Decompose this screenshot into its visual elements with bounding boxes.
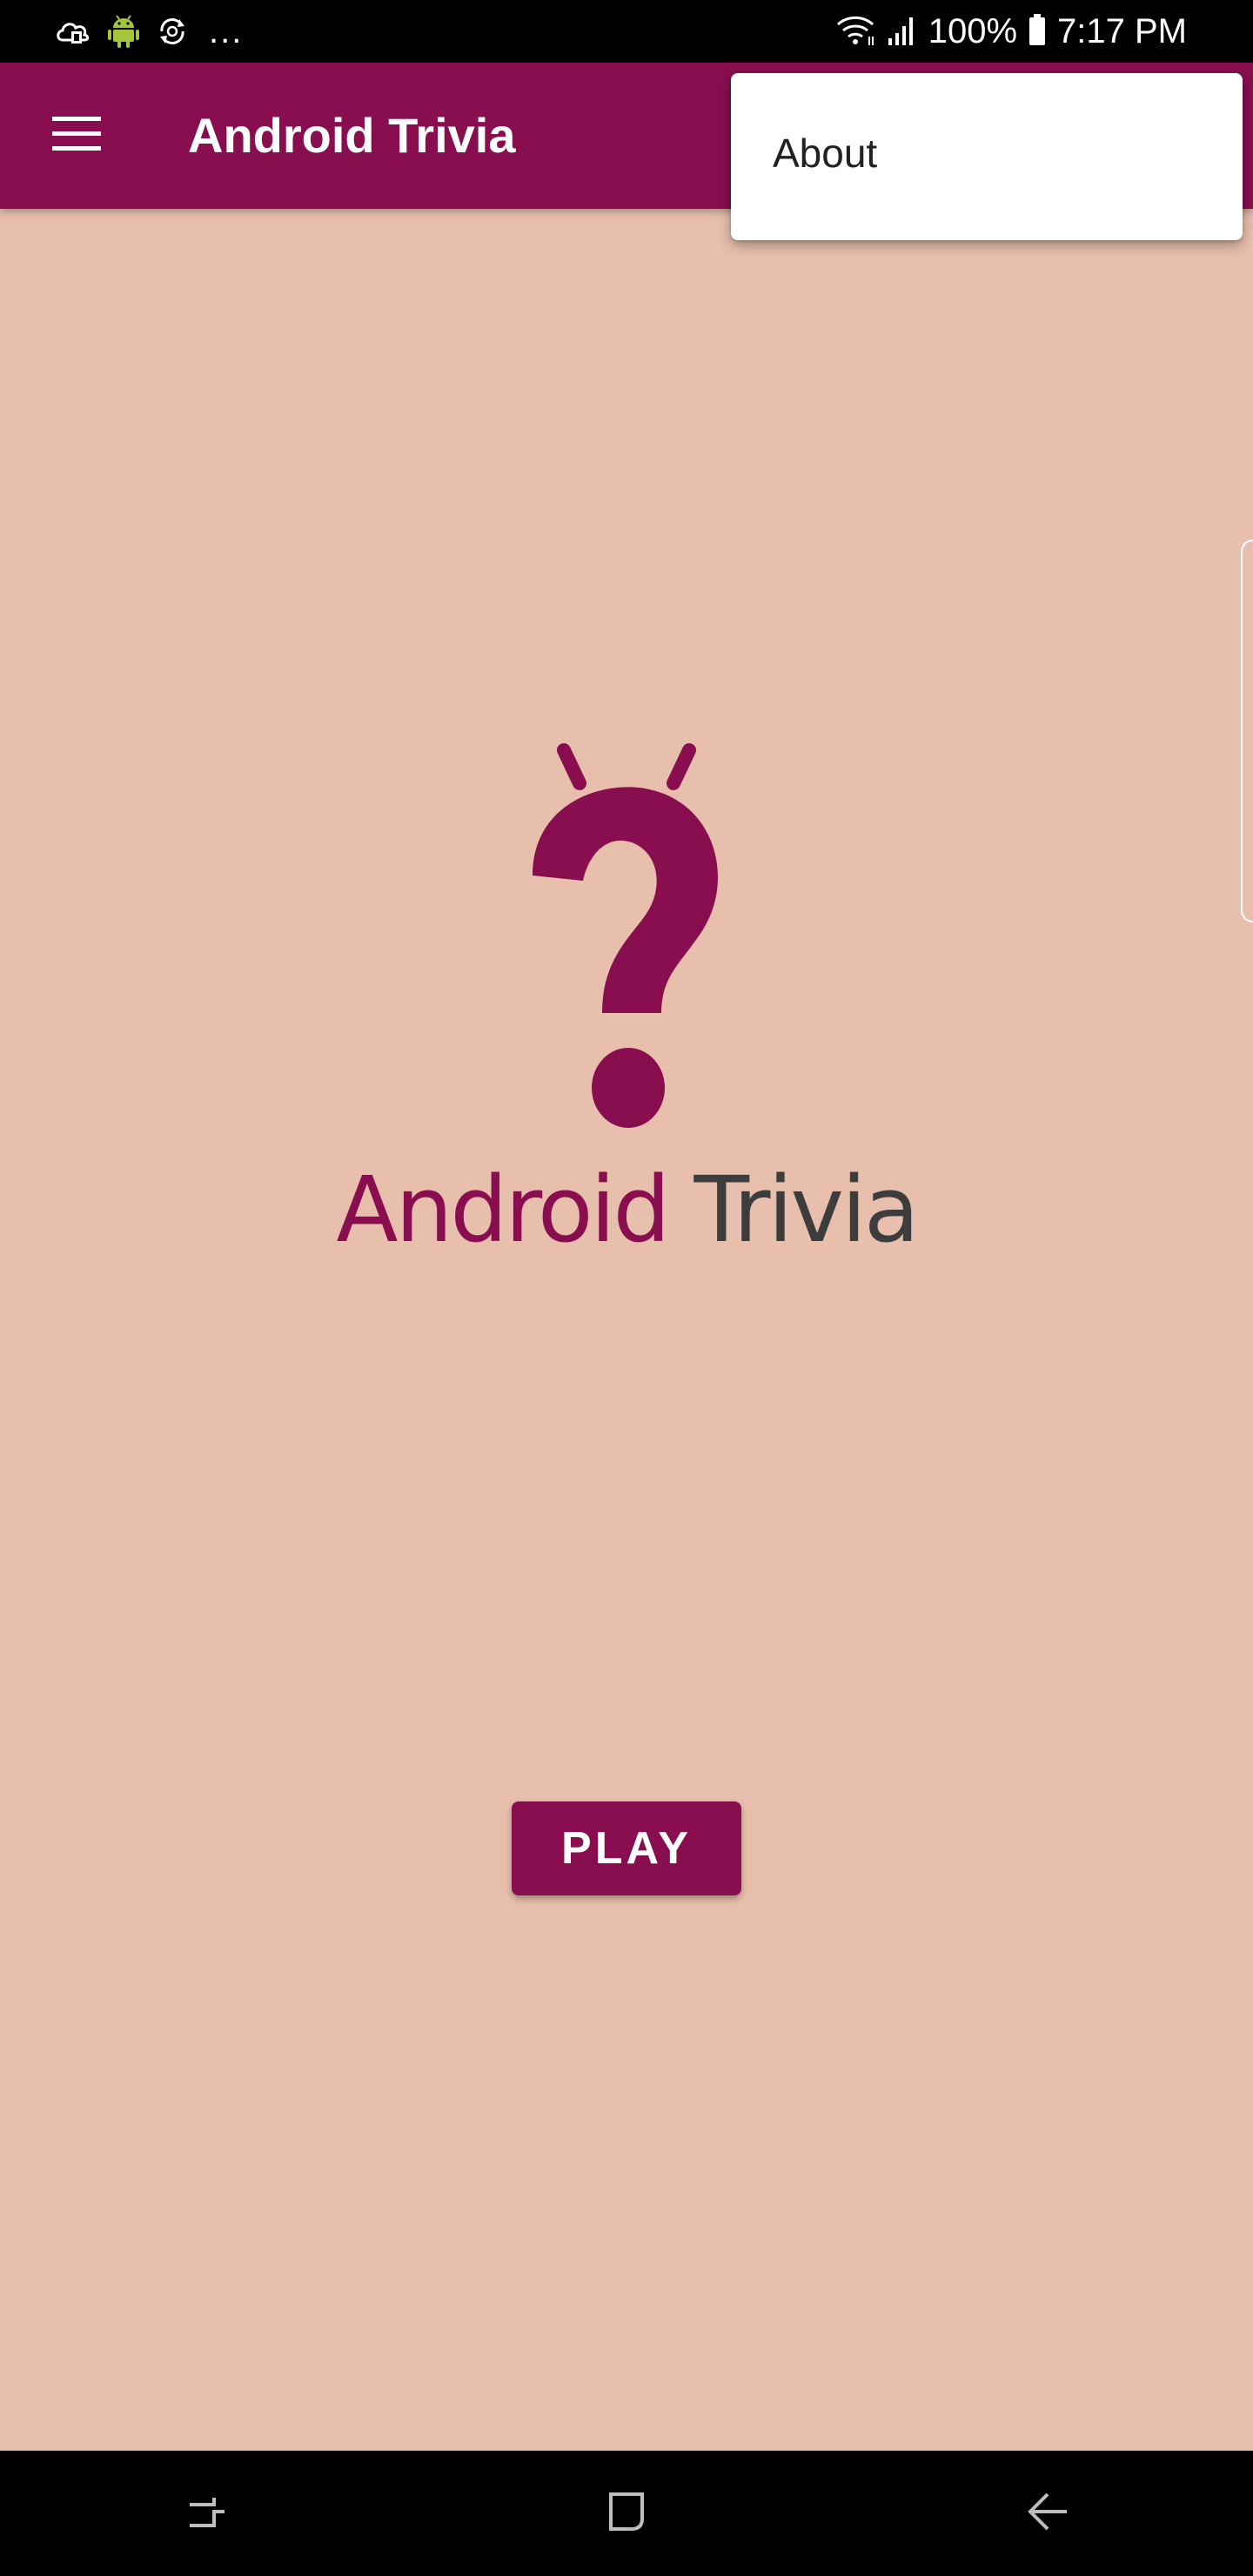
navigation-drawer-button[interactable]: [38, 97, 115, 174]
android-icon: [108, 14, 139, 49]
more-notifications-indicator: ...: [209, 12, 244, 50]
logo-word-trivia: Trivia: [694, 1157, 920, 1263]
cloud-sync-icon: [54, 14, 92, 49]
overflow-menu: About: [731, 73, 1243, 240]
hamburger-menu-icon: [50, 115, 103, 158]
battery-percentage: 100%: [928, 12, 1018, 50]
home-icon: [602, 2487, 651, 2540]
clock: 7:17 PM: [1057, 12, 1187, 50]
app-title: Android Trivia: [188, 108, 516, 163]
question-mark-android-icon: [533, 743, 719, 1128]
sync-icon: [155, 14, 190, 49]
play-button[interactable]: PLAY: [512, 1801, 741, 1895]
status-bar: ... 100% 7:17 PM: [0, 0, 1253, 63]
notification-icons: ...: [54, 10, 243, 52]
back-button[interactable]: [1016, 2482, 1079, 2545]
battery-icon: [1028, 12, 1047, 51]
home-button[interactable]: [595, 2482, 658, 2545]
recent-apps-icon: [183, 2487, 231, 2540]
wifi-icon: [834, 12, 876, 51]
signal-icon: [887, 12, 918, 51]
system-status: 100% 7:17 PM: [834, 10, 1187, 52]
recent-apps-button[interactable]: [176, 2482, 238, 2545]
logo-word-android: Android: [336, 1157, 670, 1263]
system-navigation-bar: [0, 2451, 1253, 2576]
logo-wordmark: Android Trivia: [331, 1157, 922, 1262]
edge-panel-handle[interactable]: [1241, 540, 1253, 922]
menu-item-about[interactable]: About: [773, 129, 877, 178]
trivia-logo: [522, 740, 731, 1140]
back-icon: [1023, 2487, 1072, 2540]
